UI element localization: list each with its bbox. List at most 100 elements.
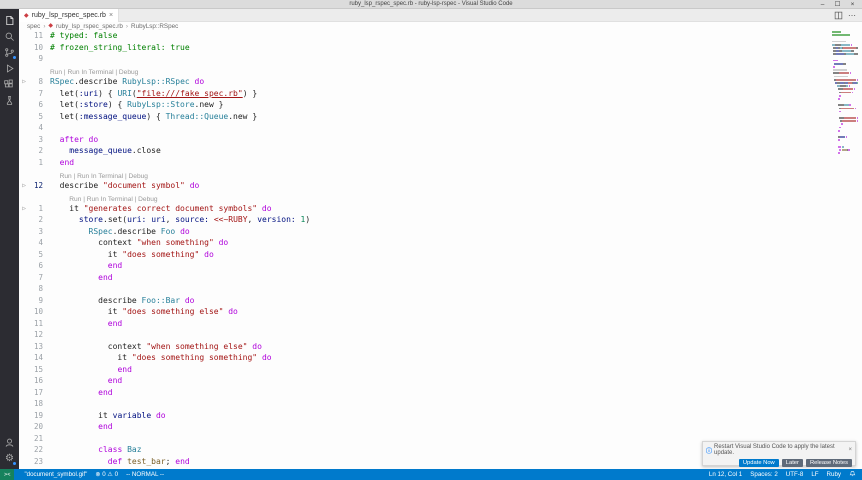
code-line[interactable]: end (43, 261, 122, 270)
run-test-icon[interactable]: ▷ (19, 182, 29, 189)
breadcrumb-folder[interactable]: spec (27, 23, 40, 30)
codelens-run-actions[interactable]: Run | Run In Terminal | Debug (50, 196, 158, 203)
run-test-icon[interactable]: ▷ (19, 205, 29, 212)
code-line[interactable]: let(:store) { RubyLsp::Store.new } (43, 100, 223, 109)
code-token (50, 135, 60, 144)
minimap-line (832, 88, 858, 90)
code-line[interactable]: class Baz (43, 445, 142, 454)
notifications-bell-icon[interactable] (849, 470, 856, 479)
line-number: 18 (29, 399, 43, 408)
minimap-line (832, 63, 858, 65)
code-line[interactable]: message_queue.close (43, 146, 161, 155)
code-line[interactable]: RSpec.describe RubyLsp::RSpec do (43, 77, 204, 86)
minimap-line (832, 69, 858, 71)
code-line[interactable]: end (43, 388, 113, 397)
later-button[interactable]: Later (782, 459, 803, 467)
status-bar-left: >< "document_symbol.gif" ⊗ 0 ⚠ 0 -- NORMAL… (0, 469, 164, 480)
code-line[interactable]: context "when something else" do (43, 342, 262, 351)
code-editor[interactable]: 11# typed: false10# frozen_string_litera… (19, 30, 862, 469)
code-token: do (223, 307, 237, 316)
codelens-run-actions[interactable]: Run | Run In Terminal | Debug (50, 173, 148, 180)
minimap-line (832, 47, 858, 49)
code-line[interactable]: context "when something" do (43, 238, 228, 247)
explorer-icon[interactable] (2, 13, 17, 28)
account-icon[interactable] (2, 435, 17, 450)
code-token: let( (50, 100, 79, 109)
update-now-button[interactable]: Update Now (739, 459, 779, 467)
code-line[interactable]: RSpec.describe Foo do (43, 227, 190, 236)
code-token: ) (305, 215, 310, 224)
minimap-line (832, 44, 858, 46)
breadcrumb-symbol[interactable]: RubyLsp::RSpec (131, 23, 178, 30)
status-item[interactable]: Ln 12, Col 1 (709, 471, 742, 478)
release-notes-button[interactable]: Release Notes (806, 459, 852, 467)
code-line[interactable]: # frozen_string_literal: true (43, 43, 190, 52)
minimap-line (832, 114, 858, 116)
code-line[interactable]: def test_bar; end (43, 457, 190, 466)
code-line[interactable]: end (43, 273, 113, 282)
line-number: 7 (29, 273, 43, 282)
minimap-line (832, 50, 858, 52)
minimap[interactable] (832, 31, 858, 181)
tab-close-icon[interactable]: × (109, 12, 113, 19)
code-line[interactable]: let(:message_queue) { Thread::Queue.new … (43, 112, 257, 121)
minimize-icon[interactable]: – (815, 0, 830, 9)
run-and-debug-icon[interactable] (2, 61, 17, 76)
status-item[interactable]: Ruby (827, 471, 841, 478)
code-line[interactable]: it "does something else" do (43, 307, 238, 316)
status-item[interactable]: Spaces: 2 (750, 471, 778, 478)
code-line[interactable]: let(:uri) { URI("file:///fake_spec.rb") … (43, 89, 257, 98)
status-item[interactable]: -- NORMAL -- (126, 471, 164, 478)
code-line[interactable]: describe "document symbol" do (43, 181, 199, 190)
code-line[interactable]: end (43, 365, 132, 374)
settings-gear-icon[interactable]: ⚙ (2, 451, 17, 466)
line-number: 8 (29, 77, 43, 86)
code-token (50, 319, 108, 328)
notification-close-icon[interactable]: × (848, 447, 852, 453)
code-line[interactable]: store.set(uri: uri, source: <<~RUBY, ver… (43, 215, 310, 224)
extensions-icon[interactable] (2, 77, 17, 92)
code-line[interactable]: it "does something" do (43, 250, 214, 259)
status-item[interactable]: LF (811, 471, 818, 478)
line-number: 4 (29, 238, 43, 247)
remote-indicator[interactable]: >< (0, 469, 14, 480)
code-token: <<~RUBY (214, 215, 248, 224)
code-token: do (151, 411, 165, 420)
code-line[interactable]: end (43, 376, 122, 385)
window-title: ruby_lsp_rspec_spec.rb - ruby-lsp-rspec … (349, 1, 512, 7)
maximize-icon[interactable]: ☐ (830, 0, 845, 9)
code-token: , (166, 215, 176, 224)
more-actions-icon[interactable]: ⋯ (848, 11, 856, 20)
line-number: 16 (29, 376, 43, 385)
code-line[interactable]: describe Foo::Bar do (43, 296, 195, 305)
codelens-run-actions[interactable]: Run | Run In Terminal | Debug (50, 69, 138, 76)
code-token (50, 273, 98, 282)
ruby-file-icon: ◆ (48, 23, 53, 29)
source-control-icon[interactable] (2, 45, 17, 60)
code-token: "when something" (137, 238, 214, 247)
code-token: uri: (127, 215, 146, 224)
line-number: 10 (29, 43, 43, 52)
run-test-icon[interactable]: ▷ (19, 78, 29, 85)
status-item[interactable]: ⊗ 0 ⚠ 0 (95, 471, 118, 478)
split-editor-icon[interactable] (834, 11, 843, 20)
code-line[interactable]: after do (43, 135, 98, 144)
code-line[interactable]: # typed: false (43, 31, 117, 40)
code-line[interactable]: it "does something something" do (43, 353, 272, 362)
code-line[interactable]: it variable do (43, 411, 166, 420)
minimap-line (832, 117, 858, 119)
code-line[interactable]: end (43, 158, 74, 167)
code-line[interactable]: end (43, 319, 122, 328)
status-item[interactable]: UTF-8 (786, 471, 804, 478)
testing-icon[interactable] (2, 93, 17, 108)
tab-ruby-lsp-rspec-spec[interactable]: ◆ ruby_lsp_rspec_spec.rb × (19, 9, 119, 22)
code-line[interactable]: end (43, 422, 113, 431)
close-icon[interactable]: × (845, 0, 860, 9)
status-item[interactable]: "document_symbol.gif" (24, 471, 87, 478)
code-token: URI (117, 89, 131, 98)
breadcrumb-file[interactable]: ruby_lsp_rspec_spec.rb (56, 23, 123, 30)
minimap-line (832, 133, 858, 135)
search-icon[interactable] (2, 29, 17, 44)
line-number: 4 (29, 123, 43, 132)
code-line[interactable]: it "generates correct document symbols" … (43, 204, 272, 213)
